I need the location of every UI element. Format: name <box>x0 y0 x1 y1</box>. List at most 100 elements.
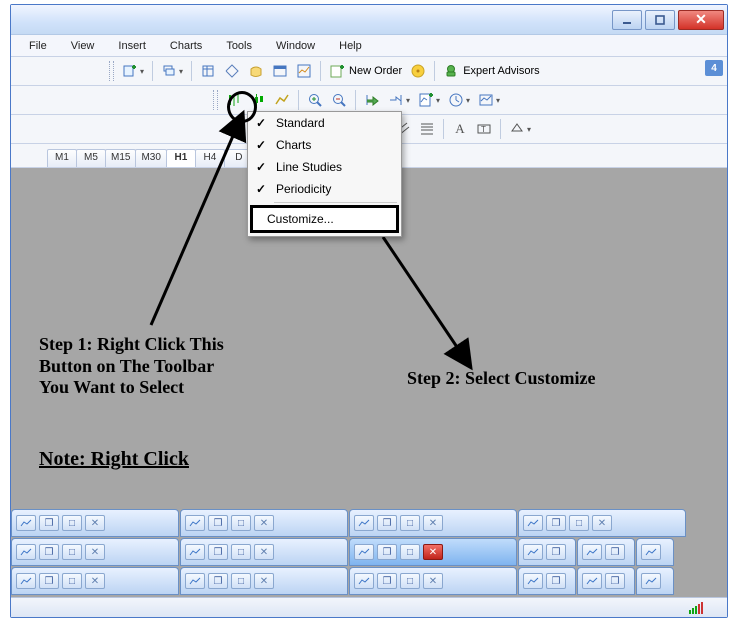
maximize-icon[interactable]: □ <box>231 515 251 531</box>
close-icon[interactable]: ✕ <box>254 544 274 560</box>
maximize-icon[interactable]: □ <box>231 544 251 560</box>
close-icon[interactable]: ✕ <box>423 544 443 560</box>
mdi-tab[interactable] <box>636 567 674 595</box>
restore-icon[interactable]: ❐ <box>208 544 228 560</box>
maximize-icon[interactable]: □ <box>62 573 82 589</box>
maximize-icon[interactable]: □ <box>62 544 82 560</box>
restore-icon[interactable]: ❐ <box>377 573 397 589</box>
mdi-tab[interactable]: ❐ □ ✕ <box>11 509 179 537</box>
terminal-button[interactable] <box>269 60 291 82</box>
mdi-tab[interactable]: ❐ <box>518 567 576 595</box>
menu-charts[interactable]: Charts <box>158 38 214 54</box>
mdi-tab[interactable]: ❐ <box>577 538 635 566</box>
tab-h4[interactable]: H4 <box>195 149 225 167</box>
text-button[interactable]: A <box>449 118 471 140</box>
mdi-tab-active[interactable]: ❐ □ ✕ <box>349 538 517 566</box>
notification-badge[interactable]: 4 <box>705 60 723 76</box>
restore-icon[interactable]: ❐ <box>605 544 625 560</box>
mdi-tab[interactable]: ❐ □ ✕ <box>11 567 179 595</box>
market-watch-button[interactable] <box>197 60 219 82</box>
mdi-tab[interactable]: ❐ □ ✕ <box>180 567 348 595</box>
maximize-icon[interactable]: □ <box>62 515 82 531</box>
restore-icon[interactable]: ❐ <box>208 515 228 531</box>
meta-editor-button[interactable] <box>407 60 429 82</box>
maximize-icon[interactable]: □ <box>400 544 420 560</box>
indicators-button[interactable]: ▾ <box>415 89 443 111</box>
toolbar-grip[interactable] <box>213 90 218 110</box>
tab-m5[interactable]: M5 <box>76 149 106 167</box>
text-label-button[interactable]: T <box>473 118 495 140</box>
zoom-out-button[interactable] <box>328 89 350 111</box>
ctx-periodicity[interactable]: Periodicity <box>248 178 401 200</box>
close-icon[interactable]: ✕ <box>254 515 274 531</box>
new-order-button[interactable]: New Order <box>326 60 405 82</box>
auto-scroll-button[interactable] <box>361 89 383 111</box>
ctx-customize[interactable]: Customize... <box>253 208 396 230</box>
tab-m30[interactable]: M30 <box>135 149 166 167</box>
toolbar-context-menu: Standard Charts Line Studies Periodicity… <box>247 111 402 237</box>
mdi-tab[interactable] <box>636 538 674 566</box>
maximize-icon[interactable]: □ <box>400 515 420 531</box>
restore-icon[interactable]: ❐ <box>39 515 59 531</box>
close-button[interactable]: ✕ <box>678 10 724 30</box>
periods-button[interactable]: ▾ <box>445 89 473 111</box>
restore-icon[interactable]: ❐ <box>377 515 397 531</box>
navigator-button[interactable] <box>221 60 243 82</box>
maximize-icon[interactable]: □ <box>400 573 420 589</box>
maximize-button[interactable] <box>645 10 675 30</box>
maximize-icon[interactable]: □ <box>231 573 251 589</box>
mdi-tab[interactable]: ❐ <box>577 567 635 595</box>
tab-m15[interactable]: M15 <box>105 149 136 167</box>
ctx-standard[interactable]: Standard <box>248 112 401 134</box>
close-icon[interactable]: ✕ <box>85 573 105 589</box>
chart-icon <box>523 515 543 531</box>
close-icon[interactable]: ✕ <box>85 544 105 560</box>
minimize-button[interactable] <box>612 10 642 30</box>
menu-window[interactable]: Window <box>264 38 327 54</box>
close-icon[interactable]: ✕ <box>592 515 612 531</box>
fibonacci-button[interactable] <box>416 118 438 140</box>
chart-shift-button[interactable]: ▾ <box>385 89 413 111</box>
chart-icon <box>16 573 36 589</box>
close-icon[interactable]: ✕ <box>423 515 443 531</box>
data-window-button[interactable] <box>245 60 267 82</box>
expert-advisors-button[interactable]: Expert Advisors <box>440 60 542 82</box>
menu-view[interactable]: View <box>59 38 107 54</box>
zoom-in-button[interactable] <box>304 89 326 111</box>
mdi-tab[interactable]: ❐ □ ✕ <box>180 538 348 566</box>
toolbar-grip[interactable] <box>109 61 114 81</box>
restore-icon[interactable]: ❐ <box>546 573 566 589</box>
maximize-icon[interactable]: □ <box>569 515 589 531</box>
mdi-tab[interactable]: ❐ □ ✕ <box>349 567 517 595</box>
mdi-tab[interactable]: ❐ □ ✕ <box>180 509 348 537</box>
profiles-button[interactable]: ▾ <box>158 60 186 82</box>
tab-h1[interactable]: H1 <box>166 149 196 167</box>
templates-button[interactable]: ▾ <box>475 89 503 111</box>
menu-tools[interactable]: Tools <box>214 38 264 54</box>
menu-insert[interactable]: Insert <box>106 38 158 54</box>
new-chart-button[interactable]: ▾ <box>119 60 147 82</box>
restore-icon[interactable]: ❐ <box>546 515 566 531</box>
arrows-button[interactable]: ▾ <box>506 118 534 140</box>
close-icon[interactable]: ✕ <box>254 573 274 589</box>
restore-icon[interactable]: ❐ <box>39 544 59 560</box>
mdi-tab[interactable]: ❐ □ ✕ <box>349 509 517 537</box>
ctx-charts[interactable]: Charts <box>248 134 401 156</box>
close-icon[interactable]: ✕ <box>423 573 443 589</box>
line-chart-button[interactable] <box>271 89 293 111</box>
restore-icon[interactable]: ❐ <box>605 573 625 589</box>
menu-help[interactable]: Help <box>327 38 374 54</box>
expert-advisors-label: Expert Advisors <box>463 65 539 77</box>
mdi-tab[interactable]: ❐ <box>518 538 576 566</box>
strategy-tester-button[interactable] <box>293 60 315 82</box>
mdi-tab[interactable]: ❐ □ ✕ <box>518 509 686 537</box>
menu-file[interactable]: File <box>17 38 59 54</box>
restore-icon[interactable]: ❐ <box>377 544 397 560</box>
restore-icon[interactable]: ❐ <box>208 573 228 589</box>
ctx-line-studies[interactable]: Line Studies <box>248 156 401 178</box>
close-icon[interactable]: ✕ <box>85 515 105 531</box>
restore-icon[interactable]: ❐ <box>546 544 566 560</box>
restore-icon[interactable]: ❐ <box>39 573 59 589</box>
mdi-tab[interactable]: ❐ □ ✕ <box>11 538 179 566</box>
tab-m1[interactable]: M1 <box>47 149 77 167</box>
